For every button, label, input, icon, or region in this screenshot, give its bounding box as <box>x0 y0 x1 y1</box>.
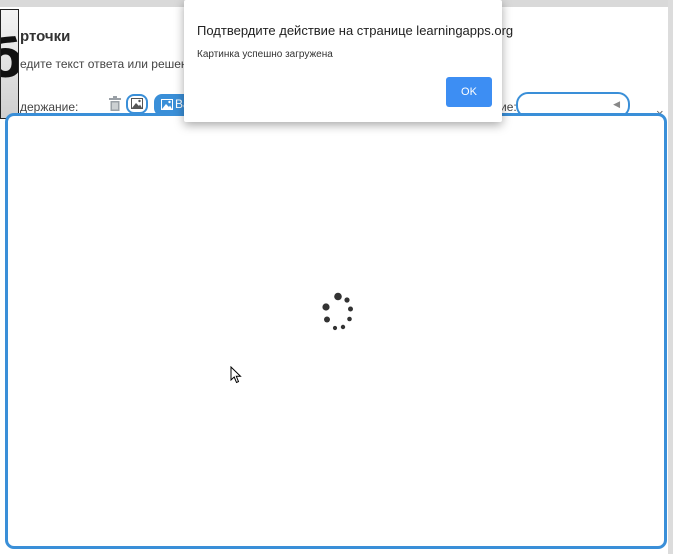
dialog-title: Подтвердите действие на странице learnin… <box>197 23 514 38</box>
spinner-icon <box>322 292 353 331</box>
image-button[interactable] <box>126 94 148 114</box>
page-title: рточки <box>20 28 71 45</box>
select-arrow-icon: ◀ <box>613 99 620 109</box>
content-label: держание: <box>20 100 79 114</box>
ok-button[interactable]: OK <box>446 77 492 107</box>
image-icon <box>131 98 143 109</box>
cursor-icon <box>230 366 242 384</box>
image-icon <box>161 99 173 110</box>
dialog-message: Картинка успешно загружена <box>197 49 333 60</box>
side-label: ие: <box>500 100 517 114</box>
confirm-dialog: Подтвердите действие на странице learnin… <box>184 0 513 122</box>
trash-icon[interactable] <box>108 96 122 112</box>
overlay-badge: б <box>0 9 19 119</box>
scrollbar-track[interactable] <box>668 0 673 554</box>
